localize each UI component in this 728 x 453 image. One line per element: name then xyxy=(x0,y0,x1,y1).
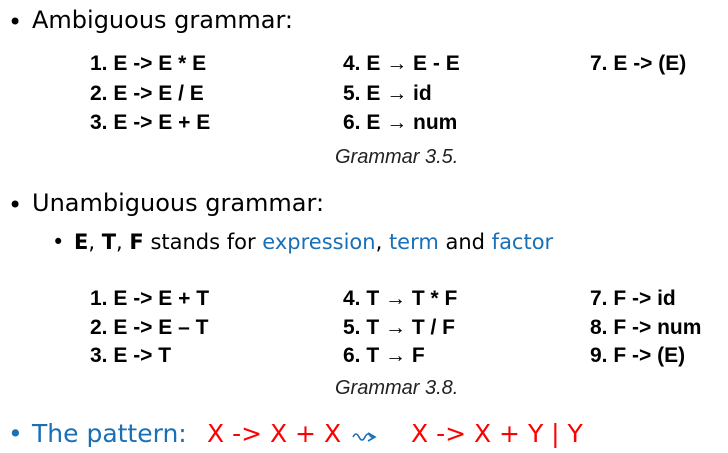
rule-u2: 2. E -> E – T xyxy=(90,316,209,339)
pattern-to: X -> X + Y | Y xyxy=(411,419,583,448)
section2-heading: Unambiguous grammar: xyxy=(32,189,325,217)
rule-u3: 3. E -> T xyxy=(90,344,172,367)
grammar-3-8-caption: Grammar 3.8. xyxy=(335,377,459,399)
rule-6: 6. E → num xyxy=(343,111,458,134)
rule-u7: 7. F -> id xyxy=(590,287,676,310)
pattern-bullet: • xyxy=(8,419,23,448)
rule-1: 1. E -> E * E xyxy=(90,52,207,75)
symbol-f: F xyxy=(129,230,144,254)
section2-bullet: • xyxy=(8,191,23,219)
rule-4: 4. E → E - E xyxy=(343,52,460,75)
rule-u8: 8. F -> num xyxy=(590,316,702,339)
etf-description: E, T, F stands for expression, term and … xyxy=(74,230,554,254)
rule-u5: 5. T → T / F xyxy=(343,316,456,339)
section1-bullet: • xyxy=(8,8,23,36)
squiggly-arrow-icon xyxy=(352,432,377,442)
rule-3: 3. E -> E + E xyxy=(90,111,211,134)
rule-2: 2. E -> E / E xyxy=(90,82,204,105)
section1-heading: Ambiguous grammar: xyxy=(32,6,293,34)
pattern-label: The pattern: xyxy=(32,419,187,448)
symbol-e: E xyxy=(74,230,89,254)
word-factor: factor xyxy=(491,230,554,254)
rule-u9: 9. F -> (E) xyxy=(590,344,686,367)
pattern-from: X -> X + X xyxy=(207,419,342,448)
sub-bullet: • xyxy=(52,230,65,254)
grammar-3-5-caption: Grammar 3.5. xyxy=(335,146,459,168)
word-term: term xyxy=(388,230,439,254)
rule-u4: 4. T → T * F xyxy=(343,287,458,310)
rule-5: 5. E → id xyxy=(343,82,432,105)
rule-u6: 6. T → F xyxy=(343,344,425,367)
word-expression: expression xyxy=(262,230,376,254)
rule-7: 7. E -> (E) xyxy=(590,52,687,75)
rule-u1: 1. E -> E + T xyxy=(90,287,210,310)
symbol-t: T xyxy=(101,230,117,254)
